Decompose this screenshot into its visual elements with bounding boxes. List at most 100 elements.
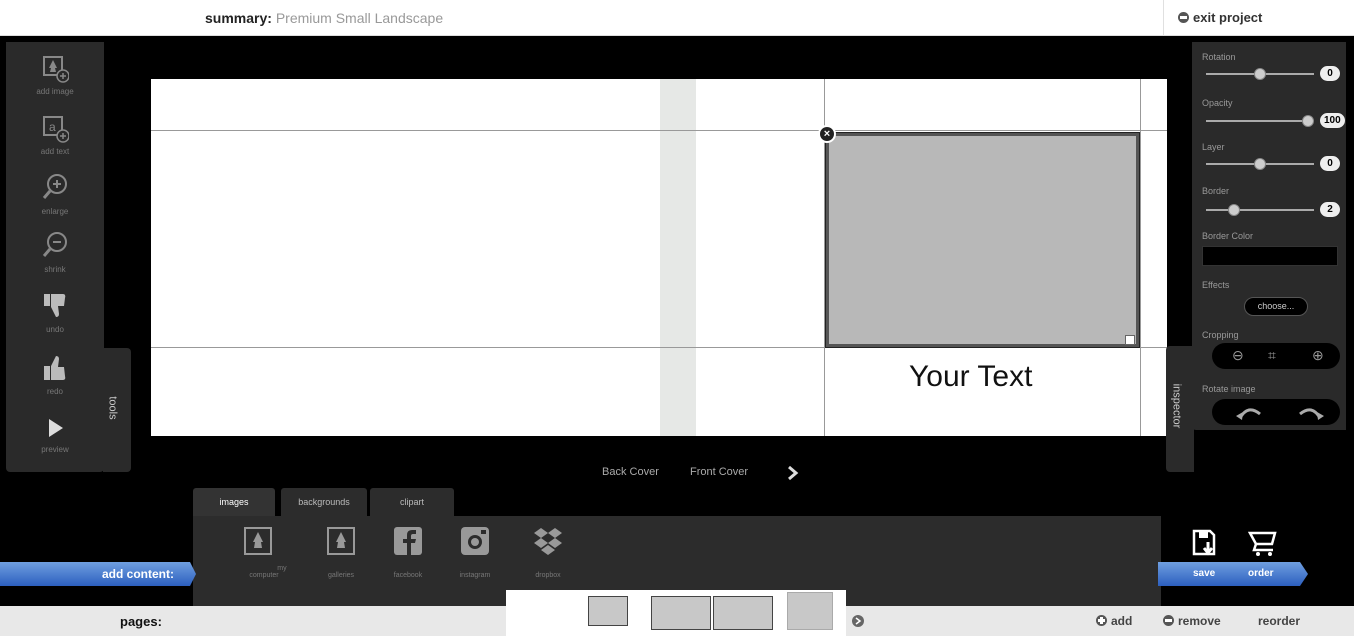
rotation-slider[interactable] bbox=[1206, 68, 1314, 80]
border-color-swatch[interactable] bbox=[1202, 246, 1338, 266]
page-thumbnail[interactable] bbox=[651, 596, 711, 630]
cropping-label: Cropping bbox=[1202, 330, 1239, 340]
project-summary: summary: Premium Small Landscape bbox=[205, 10, 443, 26]
rotate-controls bbox=[1212, 399, 1340, 425]
layer-slider[interactable] bbox=[1206, 158, 1314, 170]
tools-tab[interactable]: tools bbox=[103, 348, 131, 472]
back-cover-link[interactable]: Back Cover bbox=[602, 466, 659, 478]
layer-knob[interactable] bbox=[1254, 158, 1266, 170]
effects-choose-button[interactable]: choose... bbox=[1244, 297, 1308, 316]
add-image-icon bbox=[43, 56, 69, 83]
save-order-banner bbox=[1158, 562, 1308, 586]
image-placeholder[interactable] bbox=[825, 132, 1140, 348]
minus-circle-icon bbox=[1163, 615, 1174, 626]
save-button[interactable]: save bbox=[1193, 568, 1215, 579]
tool-label-add-image: add image bbox=[36, 87, 74, 96]
source-my-computer[interactable]: my computer bbox=[234, 524, 294, 579]
border-slider[interactable] bbox=[1206, 204, 1314, 216]
source-label: facebook bbox=[393, 572, 423, 579]
border-value[interactable]: 2 bbox=[1320, 202, 1340, 217]
top-bar: summary: Premium Small Landscape exit pr… bbox=[0, 0, 1354, 36]
opacity-value[interactable]: 100 bbox=[1320, 113, 1345, 128]
add-text-tool[interactable]: a add text bbox=[6, 114, 104, 156]
source-dropbox[interactable]: dropbox bbox=[518, 524, 578, 579]
inspector-tab-label: inspector bbox=[1170, 383, 1183, 429]
opacity-slider[interactable] bbox=[1206, 115, 1314, 127]
order-button[interactable]: order bbox=[1248, 568, 1274, 579]
preview-tool[interactable]: preview bbox=[6, 414, 104, 454]
book-spine bbox=[660, 79, 696, 436]
page-thumbnails bbox=[506, 590, 846, 636]
source-instagram[interactable]: instagram bbox=[445, 524, 505, 579]
summary-value: Premium Small Landscape bbox=[275, 10, 444, 26]
effects-label: Effects bbox=[1202, 280, 1230, 290]
cart-icon[interactable] bbox=[1248, 528, 1278, 558]
rotation-knob[interactable] bbox=[1254, 68, 1266, 80]
rotation-value[interactable]: 0 bbox=[1320, 66, 1340, 81]
remove-page-button[interactable]: remove bbox=[1163, 614, 1221, 628]
save-icon[interactable] bbox=[1190, 528, 1220, 558]
zoom-out-icon bbox=[42, 232, 67, 257]
source-galleries[interactable]: galleries bbox=[311, 524, 371, 579]
rotate-right-icon[interactable] bbox=[1296, 404, 1326, 420]
front-cover-link[interactable]: Front Cover bbox=[690, 466, 748, 478]
layer-value[interactable]: 0 bbox=[1320, 156, 1340, 171]
undo-tool[interactable]: undo bbox=[6, 290, 104, 334]
guide-line bbox=[151, 347, 1167, 348]
reorder-pages-button[interactable]: reorder bbox=[1258, 614, 1300, 628]
book-canvas[interactable]: × Your Text bbox=[151, 79, 1167, 436]
add-page-button[interactable]: add bbox=[1096, 614, 1132, 628]
rotate-left-icon[interactable] bbox=[1234, 404, 1264, 420]
add-content-banner: add content: bbox=[0, 562, 196, 586]
opacity-knob[interactable] bbox=[1302, 115, 1314, 127]
close-icon[interactable]: × bbox=[818, 125, 836, 143]
source-facebook[interactable]: facebook bbox=[378, 524, 438, 579]
tool-label-add-text: add text bbox=[40, 147, 70, 156]
tool-label-undo: undo bbox=[46, 325, 64, 334]
tools-tab-label: tools bbox=[106, 396, 119, 420]
page-thumbnail[interactable] bbox=[588, 596, 628, 626]
resize-handle[interactable] bbox=[1125, 335, 1135, 345]
rotation-label: Rotation bbox=[1202, 52, 1236, 62]
page-thumbnail[interactable] bbox=[787, 592, 833, 630]
guide-line bbox=[151, 130, 1167, 131]
thumbs-down-icon bbox=[44, 294, 66, 317]
rotate-image-label: Rotate image bbox=[1202, 384, 1256, 394]
scroll-right-icon[interactable] bbox=[851, 614, 865, 628]
add-image-tool[interactable]: add image bbox=[6, 54, 104, 96]
tab-images[interactable]: images bbox=[193, 488, 275, 516]
tool-label-redo: redo bbox=[46, 387, 63, 396]
play-icon bbox=[49, 419, 63, 437]
plus-circle-icon bbox=[1096, 615, 1107, 626]
exit-project-button[interactable]: exit project bbox=[1163, 0, 1354, 36]
source-label: instagram bbox=[459, 572, 491, 579]
redo-tool[interactable]: redo bbox=[6, 352, 104, 396]
chevron-right-icon[interactable] bbox=[786, 465, 800, 481]
tool-label-preview: preview bbox=[41, 445, 69, 454]
thumbs-up-icon bbox=[44, 356, 66, 380]
add-text-icon: a bbox=[43, 116, 69, 143]
shrink-tool[interactable]: shrink bbox=[6, 230, 104, 274]
crop-zoom-out-icon[interactable]: ⊖ bbox=[1232, 347, 1244, 364]
tool-label-shrink: shrink bbox=[44, 265, 66, 274]
border-label: Border bbox=[1202, 186, 1230, 196]
tab-clipart[interactable]: clipart bbox=[370, 488, 454, 516]
inspector-tab[interactable]: inspector bbox=[1166, 346, 1194, 472]
facebook-icon bbox=[394, 527, 422, 555]
cropping-controls: ⊖ ⌗ ⊕ bbox=[1212, 343, 1340, 369]
opacity-label: Opacity bbox=[1202, 98, 1233, 108]
inspector-panel: Rotation 0 Opacity 100 Layer 0 Border 2 … bbox=[1192, 42, 1346, 430]
tab-backgrounds[interactable]: backgrounds bbox=[281, 488, 367, 516]
page-thumbnail[interactable] bbox=[713, 596, 773, 630]
border-knob[interactable] bbox=[1228, 204, 1240, 216]
crop-icon[interactable]: ⌗ bbox=[1268, 347, 1276, 364]
dropbox-icon bbox=[534, 528, 562, 555]
zoom-in-icon bbox=[42, 174, 67, 199]
tool-label-enlarge: enlarge bbox=[41, 207, 69, 216]
border-color-label: Border Color bbox=[1202, 231, 1254, 241]
exit-project-label: exit project bbox=[1193, 10, 1263, 25]
crop-zoom-in-icon[interactable]: ⊕ bbox=[1312, 347, 1324, 364]
source-label: galleries bbox=[327, 572, 355, 579]
canvas-text[interactable]: Your Text bbox=[909, 360, 1032, 394]
enlarge-tool[interactable]: enlarge bbox=[6, 172, 104, 216]
